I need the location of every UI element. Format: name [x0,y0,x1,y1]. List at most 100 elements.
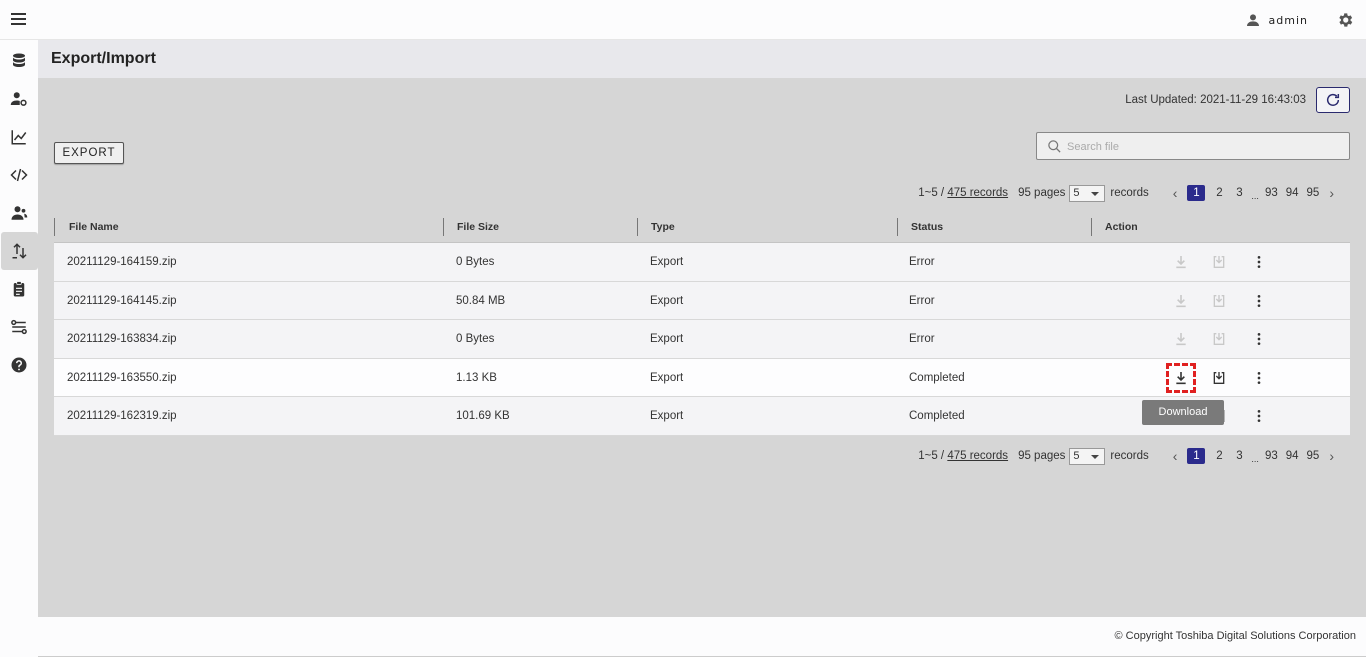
file-size-cell: 0 Bytes [456,333,495,345]
refresh-icon [1326,93,1340,106]
file-size-cell: 101.69 KB [456,410,510,422]
import-icon[interactable] [1211,293,1227,309]
pages-count: 95 pages [1018,187,1066,199]
help-icon [11,357,27,373]
import-icon[interactable] [1211,331,1227,347]
search-field[interactable] [1036,132,1350,160]
status-cell: Completed [909,371,965,384]
import-icon[interactable] [1211,370,1227,386]
status-cell: Error [909,256,935,268]
download-icon[interactable] [1173,254,1189,270]
records-link[interactable]: 475 records [947,187,1008,199]
sidebar-item-flow-settings[interactable] [0,308,38,346]
file-name-cell: 20211129-163834.zip [67,333,177,345]
records-link[interactable]: 475 records [947,450,1008,462]
prev-page-icon[interactable]: ‹ [1173,185,1178,201]
chart-line-icon [11,130,27,145]
page-95[interactable]: 95 [1307,187,1320,199]
page-1[interactable]: 1 [1187,448,1206,464]
sidebar-item-users[interactable] [0,194,38,232]
sidebar-item-database[interactable] [0,42,38,80]
column-action: Action [1105,221,1138,233]
more-vertical-icon[interactable] [1251,254,1267,270]
sidebar [0,40,38,657]
more-vertical-icon[interactable] [1251,331,1267,347]
page-93[interactable]: 93 [1265,187,1278,199]
page-94[interactable]: 94 [1286,187,1299,199]
record-range: 1~5 / 475 records [918,450,1009,462]
next-page-icon[interactable]: › [1329,185,1334,201]
page-95[interactable]: 95 [1307,450,1320,462]
table-row: 20211129-163550.zip 1.13 KB Export Compl… [54,358,1350,397]
records-label: records [1110,187,1149,199]
sidebar-item-user-settings[interactable] [0,80,38,118]
column-type[interactable]: Type [651,221,675,233]
table-row: 20211129-164159.zip 0 Bytes Export Error [54,243,1350,282]
import-export-icon [12,243,27,259]
sidebar-item-clipboard[interactable] [0,270,38,308]
status-cell: Error [909,333,935,345]
more-vertical-icon[interactable] [1251,408,1267,424]
pages-count: 95 pages [1018,450,1066,462]
page-header: Export/Import [38,40,1366,78]
type-cell: Export [650,256,684,268]
next-page-icon[interactable]: › [1329,448,1334,464]
sidebar-item-export-import[interactable] [1,232,38,270]
more-vertical-icon[interactable] [1251,293,1267,309]
file-name-cell: 20211129-163550.zip [67,371,177,384]
page-3[interactable]: 3 [1233,450,1245,462]
page-3[interactable]: 3 [1233,187,1245,199]
last-updated-text: Last Updated: 2021-11-29 16:43:03 [1125,94,1306,106]
footer: © Copyright Toshiba Digital Solutions Co… [38,617,1366,657]
page-1[interactable]: 1 [1187,185,1206,201]
more-vertical-icon[interactable] [1251,370,1267,386]
column-file-size[interactable]: File Size [457,221,499,233]
page-94[interactable]: 94 [1286,450,1299,462]
sidebar-item-code[interactable] [0,156,38,194]
column-status[interactable]: Status [911,221,943,233]
file-size-cell: 1.13 KB [456,371,497,384]
import-icon[interactable] [1211,254,1227,270]
users-icon [11,206,28,220]
file-name-cell: 20211129-164159.zip [67,256,177,268]
table-row: 20211129-164145.zip 50.84 MB Export Erro… [54,281,1350,320]
type-cell: Export [650,371,684,384]
user-menu[interactable]: admin [1245,12,1308,28]
user-name: admin [1268,13,1308,27]
sidebar-item-help[interactable] [0,346,38,384]
user-icon [1246,14,1259,26]
export-button[interactable]: EXPORT [54,142,124,164]
column-file-name[interactable]: File Name [69,221,119,233]
page-93[interactable]: 93 [1265,450,1278,462]
records-label: records [1110,450,1149,462]
refresh-button[interactable] [1316,87,1350,113]
download-icon[interactable] [1173,293,1189,309]
settings-flow-icon [11,319,27,335]
file-size-cell: 0 Bytes [456,256,495,268]
pagination-ellipsis: ... [1251,191,1259,201]
type-cell: Export [650,410,684,422]
sidebar-item-charts[interactable] [0,118,38,156]
page-2[interactable]: 2 [1213,187,1225,199]
pagination-top: 1~5 / 475 records 95 pages 5 records ‹ 1… [918,183,1340,203]
top-bar: admin [0,0,1366,40]
pagination-bottom: 1~5 / 475 records 95 pages 5 records ‹ 1… [918,446,1340,466]
download-icon[interactable] [1166,362,1196,393]
download-icon[interactable] [1173,331,1189,347]
gear-icon[interactable] [1336,11,1354,29]
file-name-cell: 20211129-162319.zip [67,410,177,422]
type-cell: Export [650,333,684,345]
per-page-select[interactable]: 5 [1069,447,1106,465]
user-settings-icon [10,92,27,106]
table-header: File Name File Size Type Status Action [54,212,1350,243]
prev-page-icon[interactable]: ‹ [1173,448,1178,464]
page-2[interactable]: 2 [1213,450,1225,462]
record-range: 1~5 / 475 records [918,187,1009,199]
code-icon [10,168,28,182]
search-icon [1048,140,1061,153]
per-page-select[interactable]: 5 [1069,184,1106,202]
search-input[interactable] [1067,137,1337,157]
menu-icon[interactable] [8,10,30,30]
type-cell: Export [650,294,684,307]
file-size-cell: 50.84 MB [456,294,506,307]
